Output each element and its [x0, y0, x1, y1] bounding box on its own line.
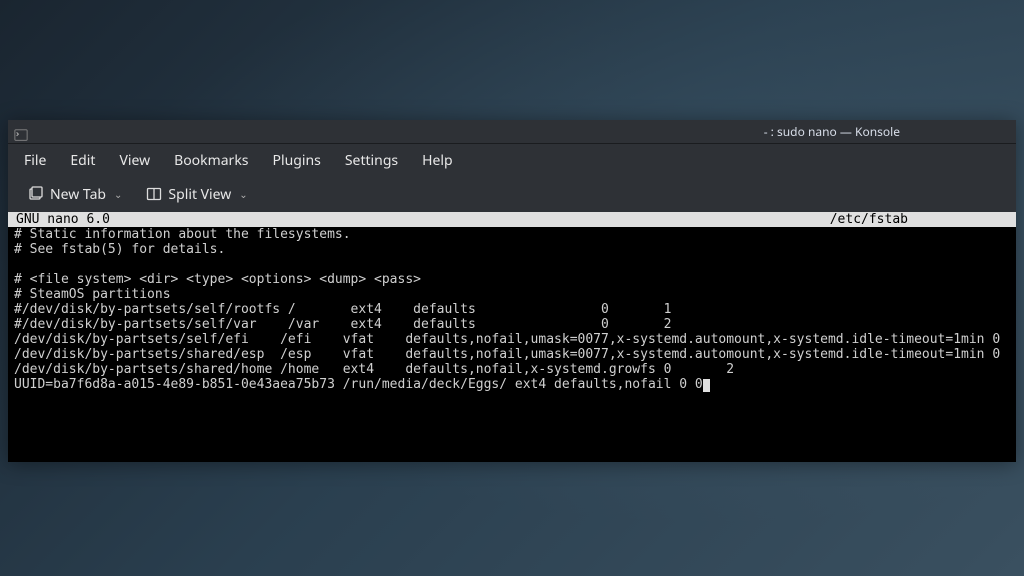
menu-edit[interactable]: Edit	[58, 147, 107, 174]
chevron-down-icon: ⌄	[114, 187, 122, 201]
fstab-line: #/dev/disk/by-partsets/self/rootfs / ext…	[14, 302, 671, 317]
fstab-line: # Static information about the filesyste…	[14, 227, 351, 242]
fstab-line: /dev/disk/by-partsets/shared/esp /esp vf…	[14, 347, 1024, 362]
fstab-line: UUID=ba7f6d8a-a015-4e89-b851-0e43aea75b7…	[14, 377, 703, 392]
fstab-line: #/dev/disk/by-partsets/self/var /var ext…	[14, 317, 671, 332]
terminal-icon	[14, 125, 28, 139]
terminal-area[interactable]: GNU nano 6.0 /etc/fstab # Static informa…	[8, 212, 1016, 462]
titlebar: - : sudo nano — Konsole	[8, 120, 1016, 144]
nano-header: GNU nano 6.0 /etc/fstab	[8, 212, 1016, 227]
file-content[interactable]: # Static information about the filesyste…	[8, 227, 1016, 452]
menu-file[interactable]: File	[12, 147, 58, 174]
menu-help[interactable]: Help	[410, 147, 465, 174]
menu-settings[interactable]: Settings	[333, 147, 410, 174]
split-view-button[interactable]: Split View ⌄	[136, 181, 257, 208]
split-view-label: Split View	[168, 185, 231, 204]
fstab-line: /dev/disk/by-partsets/shared/home /home …	[14, 362, 734, 377]
fstab-line: # See fstab(5) for details.	[14, 242, 225, 257]
new-tab-label: New Tab	[50, 185, 106, 204]
fstab-line: # <file system> <dir> <type> <options> <…	[14, 272, 421, 287]
menu-view[interactable]: View	[107, 147, 162, 174]
menubar: File Edit View Bookmarks Plugins Setting…	[8, 144, 1016, 176]
fstab-line: /dev/disk/by-partsets/self/efi /efi vfat…	[14, 332, 1024, 347]
cursor	[703, 379, 710, 392]
fstab-line: # SteamOS partitions	[14, 287, 171, 302]
new-tab-button[interactable]: New Tab ⌄	[18, 181, 132, 208]
window-title: - : sudo nano — Konsole	[764, 123, 900, 140]
nano-version: GNU nano 6.0	[16, 212, 110, 227]
menu-bookmarks[interactable]: Bookmarks	[162, 147, 260, 174]
new-tab-icon	[28, 186, 44, 202]
konsole-window: - : sudo nano — Konsole File Edit View B…	[8, 120, 1016, 462]
split-view-icon	[146, 186, 162, 202]
toolbar: New Tab ⌄ Split View ⌄	[8, 176, 1016, 212]
nano-filename: /etc/fstab	[830, 212, 908, 227]
chevron-down-icon: ⌄	[239, 187, 247, 201]
menu-plugins[interactable]: Plugins	[261, 147, 333, 174]
